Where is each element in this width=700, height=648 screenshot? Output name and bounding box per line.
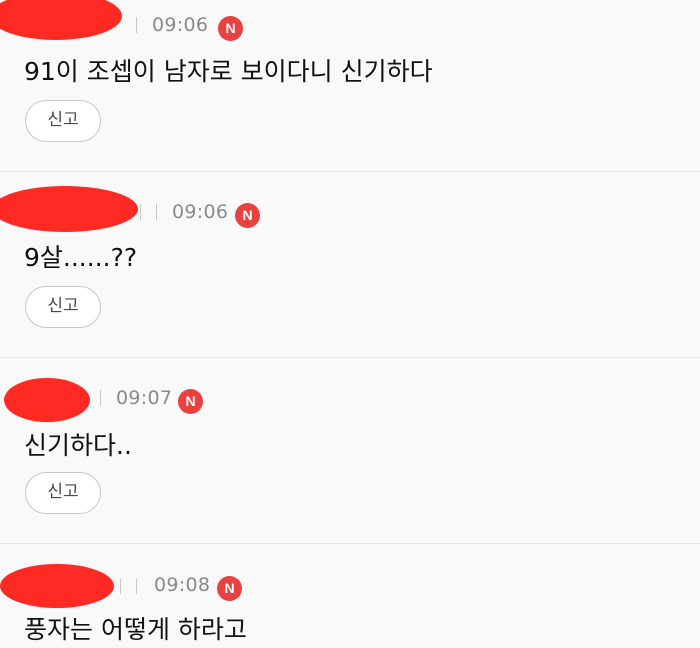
- new-badge-icon: N: [235, 203, 260, 228]
- separator: [136, 578, 137, 594]
- redacted-username: [0, 0, 122, 40]
- new-badge-icon: N: [217, 576, 242, 601]
- comment-item: 09:06 N 91이 조셉이 남자로 보이다니 신기하다 신고: [0, 0, 700, 172]
- new-badge-icon: N: [218, 16, 243, 41]
- separator: [156, 204, 157, 220]
- comment-text: 풍자는 어떻게 하라고: [24, 615, 247, 644]
- comment-time: 09:06: [172, 201, 229, 223]
- separator: [120, 578, 121, 594]
- comment-item: 09:08 N 풍자는 어떻게 하라고: [0, 544, 700, 648]
- comment-time: 09:06: [152, 14, 209, 36]
- redacted-username: [4, 378, 90, 422]
- comment-item: 09:06 N 9살......?? 신고: [0, 172, 700, 358]
- comment-text: 9살......??: [24, 243, 138, 272]
- redacted-username: [0, 564, 114, 608]
- report-button[interactable]: 신고: [25, 100, 101, 142]
- report-button[interactable]: 신고: [25, 286, 101, 328]
- comment-item: 09:07 N 신기하다.. 신고: [0, 358, 700, 544]
- comment-text: 신기하다..: [24, 431, 132, 460]
- redacted-username: [0, 186, 138, 232]
- comment-time: 09:08: [154, 574, 211, 596]
- separator: [136, 17, 137, 33]
- new-badge-icon: N: [178, 389, 203, 414]
- separator: [100, 390, 101, 406]
- comment-text: 91이 조셉이 남자로 보이다니 신기하다: [24, 57, 433, 86]
- report-button[interactable]: 신고: [25, 472, 101, 514]
- separator: [140, 204, 141, 220]
- comment-time: 09:07: [116, 387, 173, 409]
